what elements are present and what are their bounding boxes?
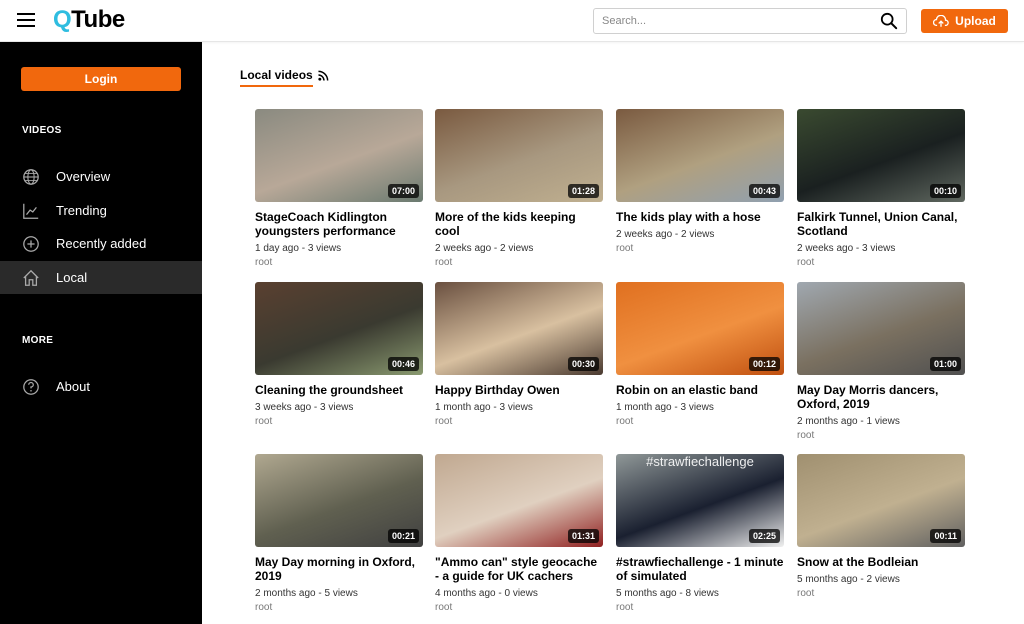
video-meta: 1 month ago - 3 views [435, 402, 533, 413]
video-title[interactable]: Snow at the Bodleian [797, 555, 965, 569]
video-thumbnail[interactable]: #strawfiechallenge 02:25 [616, 454, 784, 547]
video-owner[interactable]: root [435, 256, 603, 269]
video-owner[interactable]: root [797, 256, 965, 269]
video-duration: 00:11 [930, 529, 961, 543]
search-input[interactable] [594, 9, 864, 33]
video-card: 00:43 The kids play with a hose 2 weeks ag… [616, 109, 784, 255]
cloud-upload-icon [933, 14, 949, 27]
home-icon [23, 269, 39, 286]
thumbnail-overlay-text: #strawfiechallenge [646, 454, 754, 469]
video-card: 00:30 Happy Birthday Owen 1 month ago - 3 … [435, 282, 603, 428]
video-title[interactable]: Cleaning the groundsheet [255, 383, 423, 397]
video-duration: 01:31 [567, 529, 599, 543]
video-card: 01:00 May Day Morris dancers, Oxford, 201… [797, 282, 965, 442]
video-thumbnail[interactable]: 00:46 [255, 282, 423, 375]
video-meta: 5 months ago - 2 views [797, 574, 900, 585]
videos-section-title: VIDEOS [22, 125, 62, 136]
video-thumbnail[interactable]: 01:00 [797, 282, 965, 375]
video-thumbnail[interactable]: 00:21 [255, 454, 423, 547]
video-duration: 00:43 [748, 184, 780, 198]
rss-feed-icon[interactable] [318, 70, 329, 81]
logo[interactable]: QTube [53, 6, 125, 34]
video-meta: 1 day ago - 3 views [255, 243, 342, 254]
video-meta: 2 months ago - 1 views [797, 416, 900, 427]
upload-label: Upload [955, 14, 996, 28]
video-title[interactable]: The kids play with a hose [616, 210, 784, 224]
page-title: Local videos [240, 68, 329, 87]
video-owner[interactable]: root [435, 415, 603, 428]
top-header: QTube Upload [0, 0, 1024, 42]
main-content: Local videos 07:00 StageCoach Kidlington … [202, 42, 1024, 624]
video-duration: 01:28 [567, 184, 599, 198]
video-thumbnail[interactable]: 00:43 [616, 109, 784, 202]
video-thumbnail[interactable]: 00:12 [616, 282, 784, 375]
video-duration: 01:00 [929, 357, 961, 371]
hamburger-menu-icon[interactable] [17, 13, 35, 29]
video-card: #strawfiechallenge 02:25 #strawfiechalleng… [616, 454, 784, 614]
video-thumbnail[interactable]: 01:31 [435, 454, 603, 547]
video-duration: 00:10 [929, 184, 961, 198]
video-title[interactable]: May Day Morris dancers, Oxford, 2019 [797, 383, 965, 411]
video-card: 00:10 Falkirk Tunnel, Union Canal, Scotla… [797, 109, 965, 269]
video-meta: 2 months ago - 5 views [255, 588, 358, 599]
video-meta: 2 weeks ago - 2 views [616, 229, 715, 240]
search-icon[interactable] [880, 12, 898, 30]
video-card: 01:31 "Ammo can" style geocache - a guide… [435, 454, 603, 614]
more-section-title: MORE [22, 335, 54, 346]
sidebar-item-trending[interactable]: Trending [0, 194, 202, 227]
video-meta: 5 months ago - 8 views [616, 588, 719, 599]
video-meta: 4 months ago - 0 views [435, 588, 538, 599]
video-duration: 00:46 [387, 357, 419, 371]
video-thumbnail[interactable]: 00:30 [435, 282, 603, 375]
video-meta: 2 weeks ago - 2 views [435, 243, 534, 254]
video-meta: 2 weeks ago - 3 views [797, 243, 896, 254]
video-title[interactable]: May Day morning in Oxford, 2019 [255, 555, 423, 583]
plus-circle-icon [23, 235, 39, 252]
trending-icon [23, 203, 39, 219]
video-title[interactable]: Happy Birthday Owen [435, 383, 603, 397]
video-owner[interactable]: root [797, 429, 965, 442]
video-duration: 00:21 [387, 529, 419, 543]
video-owner[interactable]: root [255, 415, 423, 428]
video-owner[interactable]: root [797, 587, 965, 600]
video-title[interactable]: Falkirk Tunnel, Union Canal, Scotland [797, 210, 965, 238]
video-duration: 07:00 [387, 184, 419, 198]
video-card: 00:21 May Day morning in Oxford, 2019 2 mo… [255, 454, 423, 614]
video-owner[interactable]: root [435, 601, 603, 614]
globe-icon [23, 168, 39, 185]
sidebar-item-local[interactable]: Local [0, 261, 202, 294]
video-card: 00:12 Robin on an elastic band 1 month ago… [616, 282, 784, 428]
video-title[interactable]: StageCoach Kidlington youngsters perform… [255, 210, 423, 238]
login-button[interactable]: Login [21, 67, 181, 91]
video-thumbnail[interactable]: 01:28 [435, 109, 603, 202]
video-card: 00:46 Cleaning the groundsheet 3 weeks ago… [255, 282, 423, 428]
video-thumbnail[interactable]: 00:10 [797, 109, 965, 202]
video-meta: 1 month ago - 3 views [616, 402, 714, 413]
sidebar-item-overview[interactable]: Overview [0, 160, 202, 193]
sidebar: Login VIDEOS Overview Trending Recently … [0, 42, 202, 624]
video-owner[interactable]: root [255, 601, 423, 614]
video-duration: 00:30 [567, 357, 599, 371]
sidebar-item-about[interactable]: About [0, 370, 202, 403]
video-title[interactable]: Robin on an elastic band [616, 383, 784, 397]
video-thumbnail[interactable]: 00:11 [797, 454, 965, 547]
video-duration: 02:25 [748, 529, 780, 543]
video-card: 00:11 Snow at the Bodleian 5 months ago - … [797, 454, 965, 600]
upload-button[interactable]: Upload [921, 9, 1008, 33]
video-title[interactable]: #strawfiechallenge - 1 minute of simulat… [616, 555, 784, 583]
video-duration: 00:12 [748, 357, 780, 371]
video-card: 07:00 StageCoach Kidlington youngsters pe… [255, 109, 423, 269]
search-box [593, 8, 907, 34]
sidebar-item-recently-added[interactable]: Recently added [0, 227, 202, 260]
video-owner[interactable]: root [616, 601, 784, 614]
video-title[interactable]: "Ammo can" style geocache - a guide for … [435, 555, 603, 583]
video-title[interactable]: More of the kids keeping cool [435, 210, 603, 238]
video-card: 01:28 More of the kids keeping cool 2 week… [435, 109, 603, 269]
video-owner[interactable]: root [255, 256, 423, 269]
video-thumbnail[interactable]: 07:00 [255, 109, 423, 202]
video-meta: 3 weeks ago - 3 views [255, 402, 354, 413]
video-owner[interactable]: root [616, 415, 784, 428]
video-owner[interactable]: root [616, 242, 784, 255]
help-circle-icon [23, 378, 39, 395]
